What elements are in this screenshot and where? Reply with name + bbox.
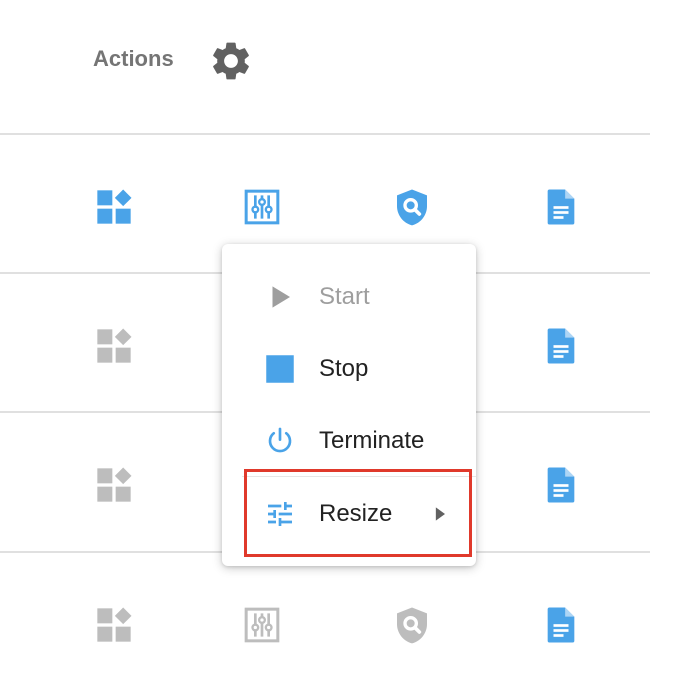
power-icon	[262, 423, 298, 459]
document-icon[interactable]	[539, 324, 583, 368]
menu-item-label: Resize	[319, 500, 393, 527]
apps-icon[interactable]	[92, 185, 136, 229]
apps-icon[interactable]	[92, 324, 136, 368]
gear-icon[interactable]	[208, 38, 254, 84]
table-header: Actions	[0, 0, 650, 134]
menu-item-stop[interactable]: Stop	[222, 334, 476, 404]
menu-item-start[interactable]: Start	[222, 262, 476, 332]
shield-search-icon[interactable]	[390, 603, 434, 647]
document-icon[interactable]	[539, 185, 583, 229]
menu-item-label: Stop	[319, 355, 369, 382]
actions-context-menu: Start Stop Terminate Resize	[222, 244, 476, 566]
document-icon[interactable]	[539, 463, 583, 507]
menu-item-resize[interactable]: Resize	[222, 479, 476, 549]
shield-search-icon[interactable]	[390, 185, 434, 229]
tune-icon	[262, 496, 298, 532]
menu-separator	[242, 476, 476, 477]
table-row	[0, 553, 650, 691]
document-icon[interactable]	[539, 603, 583, 647]
menu-item-terminate[interactable]: Terminate	[222, 406, 476, 476]
play-icon	[262, 279, 298, 315]
stop-icon	[262, 351, 298, 387]
menu-item-label: Terminate	[319, 427, 425, 454]
apps-icon[interactable]	[92, 463, 136, 507]
sliders-icon[interactable]	[240, 603, 284, 647]
sliders-icon[interactable]	[240, 185, 284, 229]
menu-item-label: Start	[319, 283, 370, 310]
chevron-right-icon	[430, 504, 450, 529]
apps-icon[interactable]	[92, 603, 136, 647]
actions-column-header: Actions	[93, 46, 174, 71]
